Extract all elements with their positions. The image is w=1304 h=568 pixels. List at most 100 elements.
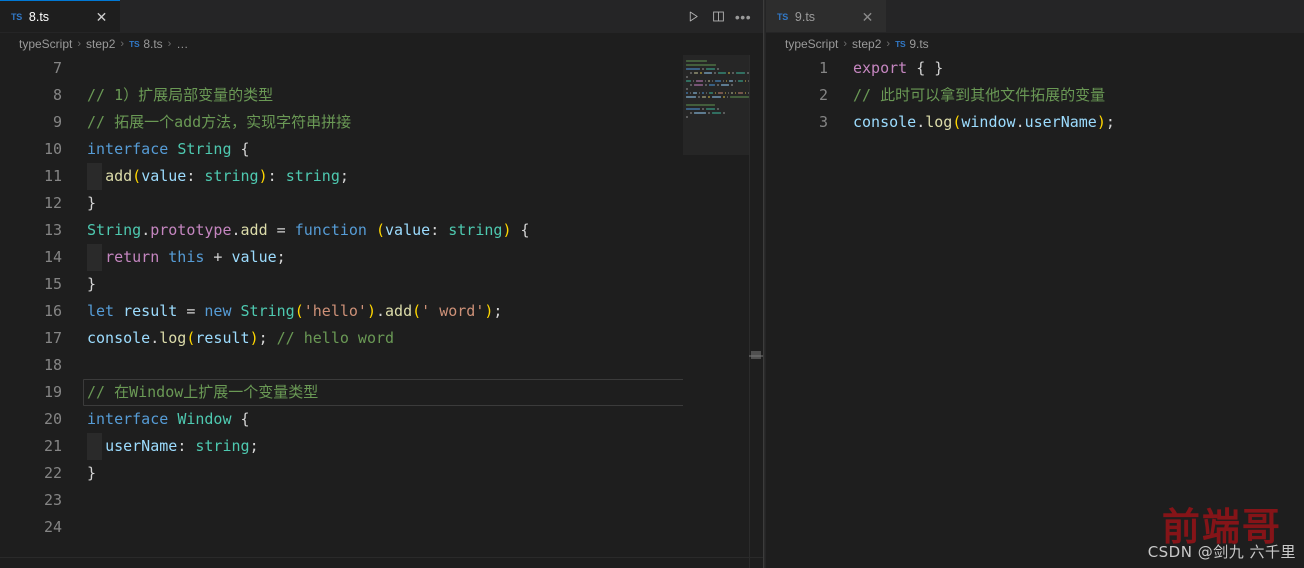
code-token: ) <box>1096 113 1106 131</box>
minimap-token <box>722 96 725 98</box>
code-token: string <box>448 221 503 239</box>
minimap-token <box>709 84 715 86</box>
code-token: ; <box>339 167 349 185</box>
code-line[interactable]: 23 <box>0 487 763 514</box>
minimap-token <box>708 112 710 114</box>
minimap-left[interactable] <box>683 55 749 568</box>
code-token: String <box>177 140 232 158</box>
code-line[interactable]: 1 export { } <box>766 55 1304 82</box>
line-number: 9 <box>52 113 62 131</box>
minimap-token <box>712 112 721 114</box>
code-token: ; <box>1105 113 1115 131</box>
code-line[interactable]: 13 String.prototype.add = function (value… <box>0 217 763 244</box>
line-content: console.log(window.userName); <box>828 109 1115 136</box>
code-token: ( <box>412 302 422 320</box>
line-number: 2 <box>818 86 828 104</box>
line-content: String.prototype.add = function (value: … <box>62 217 530 244</box>
code-line[interactable]: 16 let result = new String('hello').add('… <box>0 298 763 325</box>
breadcrumb-item-0[interactable]: typeScript <box>19 37 72 51</box>
code-line[interactable]: 8 // 1）扩展局部变量的类型 <box>0 82 763 109</box>
vscode-window: TS 8.ts ✕ ••• typeScript › step2 › TS 8.… <box>0 0 1304 568</box>
code-line[interactable]: 24 <box>0 514 763 541</box>
minimap-token <box>686 92 689 94</box>
minimap-token <box>686 60 707 62</box>
split-editor-button[interactable] <box>707 6 729 28</box>
code-line[interactable]: 12} <box>0 190 763 217</box>
code-token: window <box>961 113 1016 131</box>
breadcrumb-item-2[interactable]: 8.ts <box>143 37 162 51</box>
code-token: value <box>141 167 187 185</box>
code-token: interface <box>87 410 169 428</box>
code-line[interactable]: 3 console.log(window.userName); <box>766 109 1304 136</box>
code-token: // 在Window上扩展一个变量类型 <box>87 383 319 401</box>
line-number: 8 <box>52 86 62 104</box>
minimap-token <box>708 96 711 98</box>
code-token: : <box>430 221 449 239</box>
code-line[interactable]: 17 console.log(result); // hello word <box>0 325 763 352</box>
code-line[interactable]: 15} <box>0 271 763 298</box>
code-line[interactable]: 9 // 拓展一个add方法，实现字符串拼接 <box>0 109 763 136</box>
minimap-token <box>694 84 703 86</box>
breadcrumb-item-0[interactable]: typeScript <box>785 37 838 51</box>
minimap-token <box>707 80 711 82</box>
code-area-left[interactable]: 7 8// 1）扩展局部变量的类型 9// 拓展一个add方法，实现字符串拼接 10 i… <box>0 55 763 568</box>
code-token: log <box>925 113 953 131</box>
code-token: // hello word <box>276 329 395 347</box>
tab-9-ts[interactable]: TS 9.ts ✕ <box>766 0 886 33</box>
vertical-scrollbar-left[interactable] <box>749 55 763 568</box>
line-number: 15 <box>43 275 62 293</box>
run-file-button[interactable] <box>682 6 704 28</box>
minimap-token <box>713 72 716 74</box>
minimap-token <box>723 112 725 114</box>
code-line[interactable]: 11 add(value: string): string; <box>0 163 763 190</box>
code-token: { <box>231 140 250 158</box>
code-area-right[interactable]: 1 export { } 2// 此时可以拿到其他文件拓展的变量 3 console.l… <box>766 55 1304 568</box>
code-token: ' word' <box>421 302 485 320</box>
breadcrumb-right: typeScript › step2 › TS 9.ts <box>766 33 1304 55</box>
minimap-token <box>729 80 734 82</box>
editor-right[interactable]: 1 export { } 2// 此时可以拿到其他文件拓展的变量 3 console.l… <box>766 55 1304 568</box>
line-number: 23 <box>43 491 62 509</box>
code-token: . <box>150 329 160 347</box>
code-line[interactable]: 22} <box>0 460 763 487</box>
code-token: add <box>240 221 268 239</box>
code-line[interactable]: 21 userName: string; <box>0 433 763 460</box>
code-line[interactable]: 14 return this + value; <box>0 244 763 271</box>
code-line[interactable]: 19 // 在Window上扩展一个变量类型 <box>0 379 763 406</box>
close-icon[interactable]: ✕ <box>859 8 876 25</box>
code-token: string <box>195 437 250 455</box>
code-line[interactable]: 2 // 此时可以拿到其他文件拓展的变量 <box>766 82 1304 109</box>
code-token: } <box>87 194 97 212</box>
minimap-token <box>686 104 715 106</box>
more-actions-button[interactable]: ••• <box>732 6 754 28</box>
typescript-file-icon: TS <box>895 39 906 49</box>
minimap-token <box>705 84 707 86</box>
line-content: // 1）扩展局部变量的类型 <box>62 82 273 109</box>
code-line[interactable]: 18 <box>0 352 763 379</box>
code-token: Window <box>177 410 232 428</box>
code-line[interactable]: 10 interface String { <box>0 136 763 163</box>
code-token: export <box>853 59 908 77</box>
code-line[interactable]: 7 <box>0 55 763 82</box>
code-token: { <box>231 410 250 428</box>
breadcrumb-item-1[interactable]: step2 <box>852 37 881 51</box>
code-token: userName <box>1024 113 1097 131</box>
code-line[interactable]: 20 interface Window { <box>0 406 763 433</box>
line-content: add(value: string): string; <box>62 163 349 190</box>
indent-guide <box>87 163 102 190</box>
breadcrumb-item-3[interactable]: … <box>176 37 188 51</box>
breadcrumb-item-2[interactable]: 9.ts <box>909 37 928 51</box>
line-number: 1 <box>818 59 828 77</box>
close-icon[interactable]: ✕ <box>93 8 110 25</box>
code-token: new <box>204 302 232 320</box>
code-token: ) <box>366 302 376 320</box>
line-number: 19 <box>43 383 62 401</box>
minimap-token <box>686 116 688 118</box>
horizontal-scrollbar-left[interactable] <box>0 558 763 568</box>
breadcrumb-item-1[interactable]: step2 <box>86 37 115 51</box>
vertical-scrollbar-thumb[interactable] <box>751 351 761 359</box>
tab-8-ts[interactable]: TS 8.ts ✕ <box>0 0 120 33</box>
editor-left[interactable]: 7 8// 1）扩展局部变量的类型 9// 拓展一个add方法，实现字符串拼接 10 i… <box>0 55 763 568</box>
